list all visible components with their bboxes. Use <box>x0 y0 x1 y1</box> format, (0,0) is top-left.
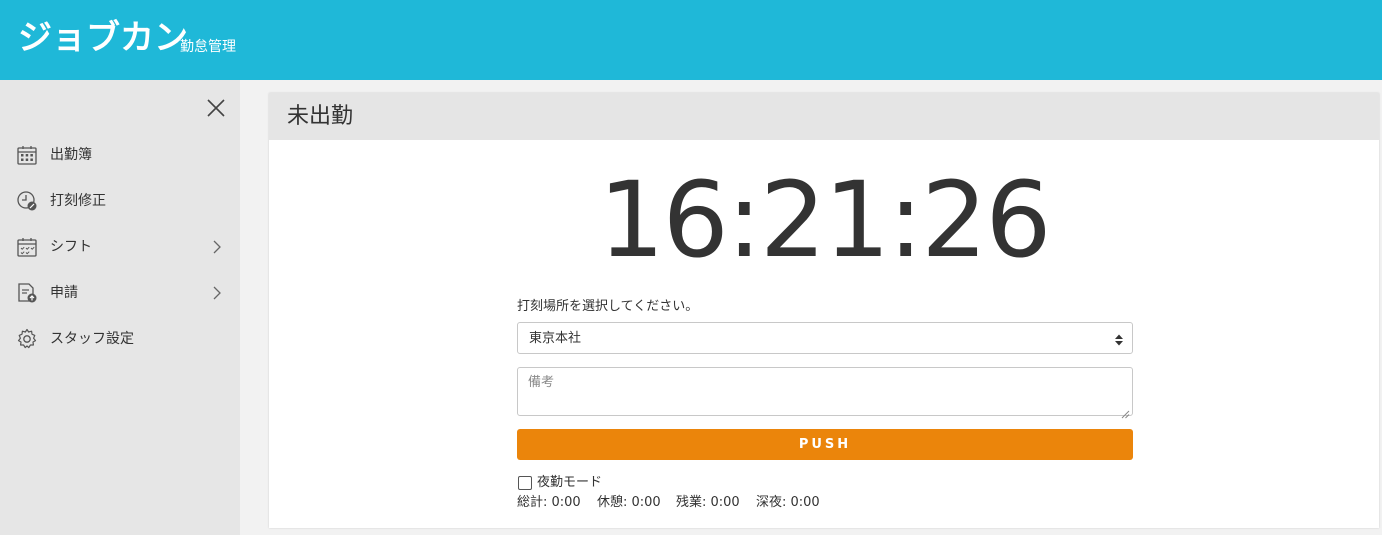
close-icon[interactable] <box>205 97 227 119</box>
punch-card: 未出勤 16:21:26 打刻場所を選択してください。 東京本社 備考 PUSH… <box>269 93 1379 528</box>
location-select-value: 東京本社 <box>529 331 582 346</box>
resize-handle-icon[interactable] <box>1121 404 1130 419</box>
summary-break: 休憩: 0:00 <box>597 495 661 510</box>
sidebar-item-label: シフト <box>50 239 92 255</box>
chevron-right-icon <box>209 285 225 301</box>
document-upload-icon <box>15 281 39 305</box>
select-arrows-icon <box>1114 332 1124 346</box>
calendar-icon <box>15 143 39 167</box>
night-mode-label[interactable]: 夜勤モード <box>537 474 602 492</box>
app-logo-subtitle: 勤怠管理 <box>180 39 236 55</box>
sidebar-item-label: スタッフ設定 <box>50 331 134 347</box>
sidebar-item-staff-settings[interactable]: スタッフ設定 <box>0 319 240 359</box>
card-header: 未出勤 <box>269 93 1379 140</box>
sidebar-item-request[interactable]: 申請 <box>0 273 240 313</box>
summary-overtime: 残業: 0:00 <box>676 495 740 510</box>
push-button[interactable]: PUSH <box>517 429 1133 460</box>
summary-total: 総計: 0:00 <box>517 495 581 510</box>
night-mode-checkbox[interactable] <box>518 476 532 490</box>
sidebar-item-label: 打刻修正 <box>50 193 106 209</box>
sidebar-item-attendance[interactable]: 出勤簿 <box>0 135 240 175</box>
clock-edit-icon <box>15 189 39 213</box>
top-header: ジョブカン 勤怠管理 <box>0 0 1382 80</box>
sidebar-item-shift[interactable]: シフト <box>0 227 240 267</box>
location-label: 打刻場所を選択してください。 <box>517 299 699 314</box>
app-logo[interactable]: ジョブカン <box>18 18 188 58</box>
note-textarea[interactable]: 備考 <box>517 367 1133 419</box>
gear-icon <box>15 327 39 351</box>
push-button-label: PUSH <box>798 437 852 452</box>
current-time-clock: 16:21:26 <box>598 159 1051 281</box>
attendance-status-title: 未出勤 <box>287 104 354 129</box>
location-select[interactable]: 東京本社 <box>517 322 1133 354</box>
shift-calendar-icon <box>15 235 39 259</box>
note-placeholder: 備考 <box>528 375 555 390</box>
sidebar-item-punch-correction[interactable]: 打刻修正 <box>0 181 240 221</box>
chevron-right-icon <box>209 239 225 255</box>
sidebar: 出勤簿 打刻修正 シフト 申請 スタッフ設定 <box>0 80 240 535</box>
summary-late-night: 深夜: 0:00 <box>756 495 820 510</box>
sidebar-item-label: 申請 <box>50 285 78 301</box>
sidebar-item-label: 出勤簿 <box>50 147 92 163</box>
